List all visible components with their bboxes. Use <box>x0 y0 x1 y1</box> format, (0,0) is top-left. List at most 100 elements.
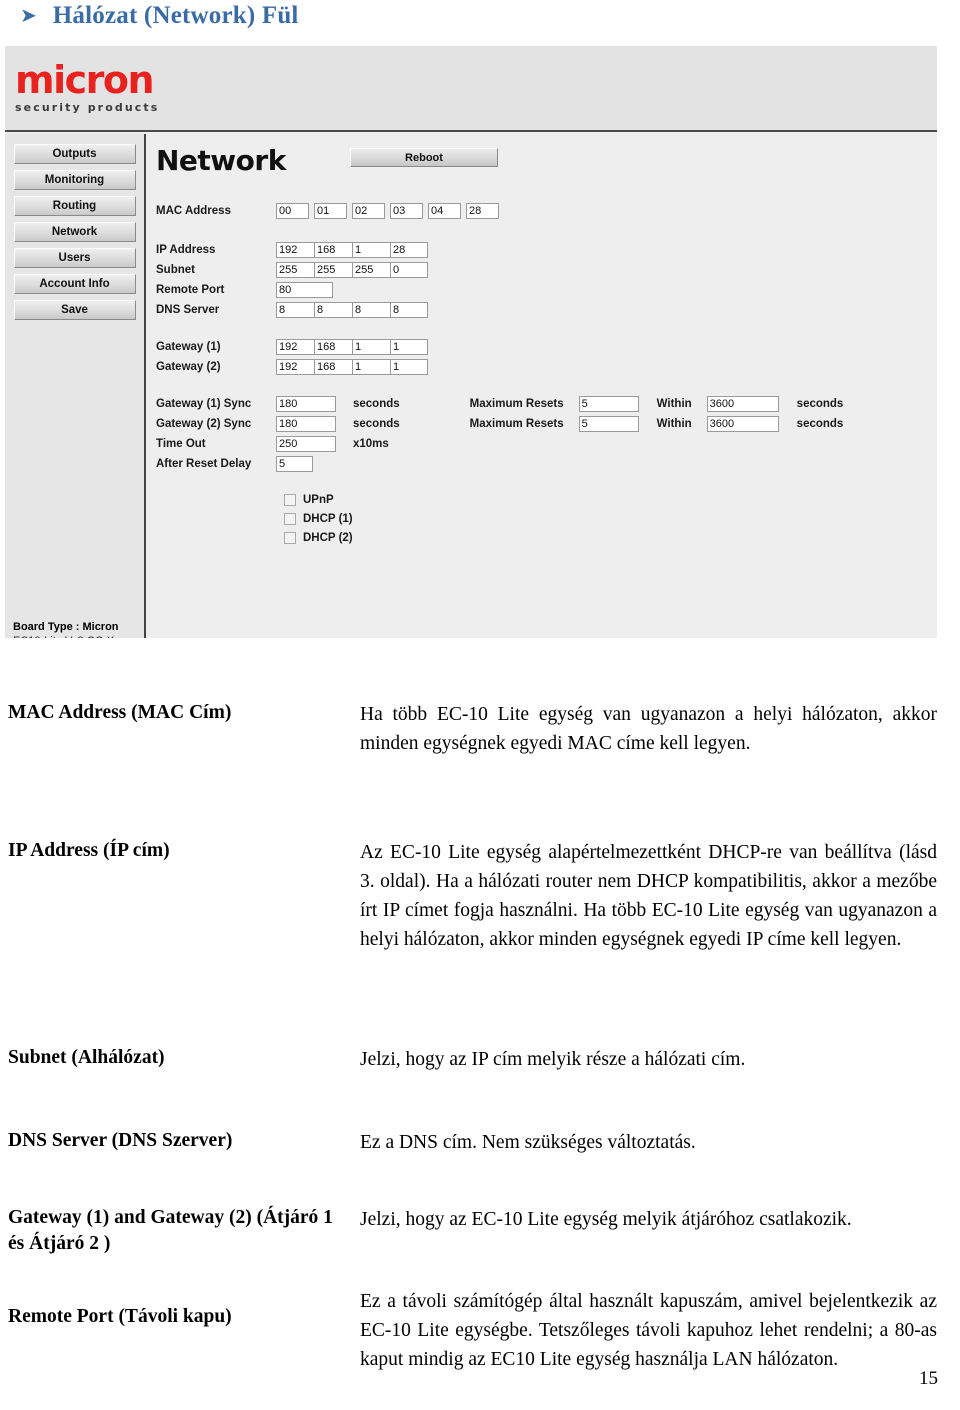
mac-address-fields: 00 01 02 03 04 28 <box>276 203 504 219</box>
max-resets-2-label: Maximum Resets <box>469 418 564 430</box>
gateway-1-fields: 192 168 1 1 <box>276 339 428 355</box>
sidebar-nav: Outputs Monitoring Routing Network Users… <box>5 134 144 320</box>
time-out-label: Time Out <box>156 438 206 450</box>
max-resets-1-input[interactable]: 5 <box>578 396 639 412</box>
max-resets-1-label: Maximum Resets <box>469 398 564 410</box>
gateway-2-sync-input[interactable]: 180 <box>276 416 336 432</box>
sidebar-item-monitoring[interactable]: Monitoring <box>13 170 136 190</box>
app-content: Network Reboot MAC Address 00 01 02 03 0… <box>148 134 937 638</box>
remote-port-input[interactable]: 80 <box>276 282 333 298</box>
dns-octet-1[interactable]: 8 <box>276 302 314 318</box>
gateway-2-octet-3[interactable]: 1 <box>352 359 390 375</box>
gateway-2-label: Gateway (2) <box>156 361 221 373</box>
definition-term: DNS Server (DNS Szerver) <box>8 1130 233 1151</box>
time-out-unit: x10ms <box>353 438 389 450</box>
within-2-unit: seconds <box>796 418 844 430</box>
gateway-1-sync-row: Gateway (1) Sync 180 seconds Maximum Res… <box>156 396 843 412</box>
within-2-input[interactable]: 3600 <box>706 416 779 432</box>
upnp-checkbox-row[interactable]: UPnP <box>284 494 334 506</box>
gateway-2-row: Gateway (2) 192 168 1 1 <box>156 359 428 375</box>
subnet-octet-3[interactable]: 255 <box>352 262 390 278</box>
mac-octet-5[interactable]: 04 <box>428 203 461 219</box>
sidebar-item-network[interactable]: Network <box>13 222 136 242</box>
upnp-label: UPnP <box>303 494 334 506</box>
gateway-2-sync-unit: seconds <box>353 418 400 430</box>
within-2-label: Within <box>656 418 692 430</box>
dhcp-2-label: DHCP (2) <box>303 532 353 544</box>
definition-term: IP Address (ÍP cím) <box>8 840 170 861</box>
mac-address-label: MAC Address <box>156 205 231 217</box>
subnet-fields: 255 255 255 0 <box>276 262 428 278</box>
dhcp-2-checkbox-row[interactable]: DHCP (2) <box>284 532 353 544</box>
definition-description: Jelzi, hogy az IP cím melyik része a hál… <box>360 1049 746 1070</box>
ip-octet-4[interactable]: 28 <box>390 242 428 258</box>
subnet-row: Subnet 255 255 255 0 <box>156 262 428 278</box>
ip-address-row: IP Address 192 168 1 28 <box>156 242 428 258</box>
gateway-1-row: Gateway (1) 192 168 1 1 <box>156 339 428 355</box>
dns-octet-3[interactable]: 8 <box>352 302 390 318</box>
gateway-1-octet-4[interactable]: 1 <box>390 339 428 355</box>
gateway-1-octet-2[interactable]: 168 <box>314 339 352 355</box>
after-reset-delay-row: After Reset Delay 5 <box>156 456 313 472</box>
sidebar-item-account-info[interactable]: Account Info <box>13 274 136 294</box>
subnet-octet-4[interactable]: 0 <box>390 262 428 278</box>
within-1-input[interactable]: 3600 <box>706 396 779 412</box>
sidebar-item-save[interactable]: Save <box>13 300 136 320</box>
gateway-2-sync-row: Gateway (2) Sync 180 seconds Maximum Res… <box>156 416 843 432</box>
page-title: Hálózat (Network) Fül <box>52 2 299 29</box>
ip-octet-3[interactable]: 1 <box>352 242 390 258</box>
subnet-octet-2[interactable]: 255 <box>314 262 352 278</box>
sidebar-item-users[interactable]: Users <box>13 248 136 268</box>
dns-octet-2[interactable]: 8 <box>314 302 352 318</box>
gateway-2-octet-2[interactable]: 168 <box>314 359 352 375</box>
ip-address-label: IP Address <box>156 244 216 256</box>
gateway-2-fields: 192 168 1 1 <box>276 359 428 375</box>
mac-octet-2[interactable]: 01 <box>314 203 347 219</box>
gateway-2-octet-4[interactable]: 1 <box>390 359 428 375</box>
sidebar-item-routing[interactable]: Routing <box>13 196 136 216</box>
gateway-1-octet-3[interactable]: 1 <box>352 339 390 355</box>
page-heading: ➤ Hálózat (Network) Fül <box>20 2 299 30</box>
micron-logo: micron security products <box>15 60 159 115</box>
upnp-checkbox[interactable] <box>284 494 296 506</box>
ip-octet-1[interactable]: 192 <box>276 242 314 258</box>
board-type-line-2: EC10-Lite V. 8.GO.Xor <box>13 635 124 638</box>
subnet-octet-1[interactable]: 255 <box>276 262 314 278</box>
board-type-line-1: Board Type : Micron <box>13 621 119 633</box>
mac-octet-3[interactable]: 02 <box>352 203 385 219</box>
gateway-2-sync-label: Gateway (2) Sync <box>156 418 252 430</box>
app-banner: micron security products <box>5 46 937 132</box>
gateway-1-label: Gateway (1) <box>156 341 221 353</box>
dhcp-1-checkbox-row[interactable]: DHCP (1) <box>284 513 353 525</box>
remote-port-row: Remote Port 80 <box>156 282 333 298</box>
definition-term: MAC Address (MAC Cím) <box>8 702 232 723</box>
bullet-arrow-icon: ➤ <box>20 3 37 27</box>
mac-octet-6[interactable]: 28 <box>466 203 499 219</box>
board-type-info: Board Type : Micron EC10-Lite V. 8.GO.Xo… <box>13 620 124 638</box>
time-out-input[interactable]: 250 <box>276 436 336 452</box>
max-resets-2-input[interactable]: 5 <box>578 416 639 432</box>
ip-address-fields: 192 168 1 28 <box>276 242 428 258</box>
time-out-row: Time Out 250 x10ms <box>156 436 389 452</box>
page-number: 15 <box>919 1368 938 1389</box>
logo-wordmark: micron <box>15 58 155 102</box>
gateway-1-octet-1[interactable]: 192 <box>276 339 314 355</box>
within-1-unit: seconds <box>796 398 844 410</box>
gateway-1-sync-unit: seconds <box>353 398 400 410</box>
gateway-2-octet-1[interactable]: 192 <box>276 359 314 375</box>
gateway-1-sync-input[interactable]: 180 <box>276 396 336 412</box>
dhcp-2-checkbox[interactable] <box>284 532 296 544</box>
app-sidebar: Outputs Monitoring Routing Network Users… <box>5 134 146 638</box>
mac-address-row: MAC Address 00 01 02 03 04 28 <box>156 203 504 219</box>
ip-octet-2[interactable]: 168 <box>314 242 352 258</box>
definition-description: Ez a DNS cím. Nem szükséges változtatás. <box>360 1132 696 1153</box>
sidebar-item-outputs[interactable]: Outputs <box>13 144 136 164</box>
after-reset-delay-input[interactable]: 5 <box>276 456 313 472</box>
mac-octet-1[interactable]: 00 <box>276 203 309 219</box>
content-title: Network <box>156 144 286 177</box>
reboot-button[interactable]: Reboot <box>350 148 498 167</box>
dhcp-1-checkbox[interactable] <box>284 513 296 525</box>
definition-description: Jelzi, hogy az EC-10 Lite egység melyik … <box>360 1209 852 1230</box>
mac-octet-4[interactable]: 03 <box>390 203 423 219</box>
dns-octet-4[interactable]: 8 <box>390 302 428 318</box>
